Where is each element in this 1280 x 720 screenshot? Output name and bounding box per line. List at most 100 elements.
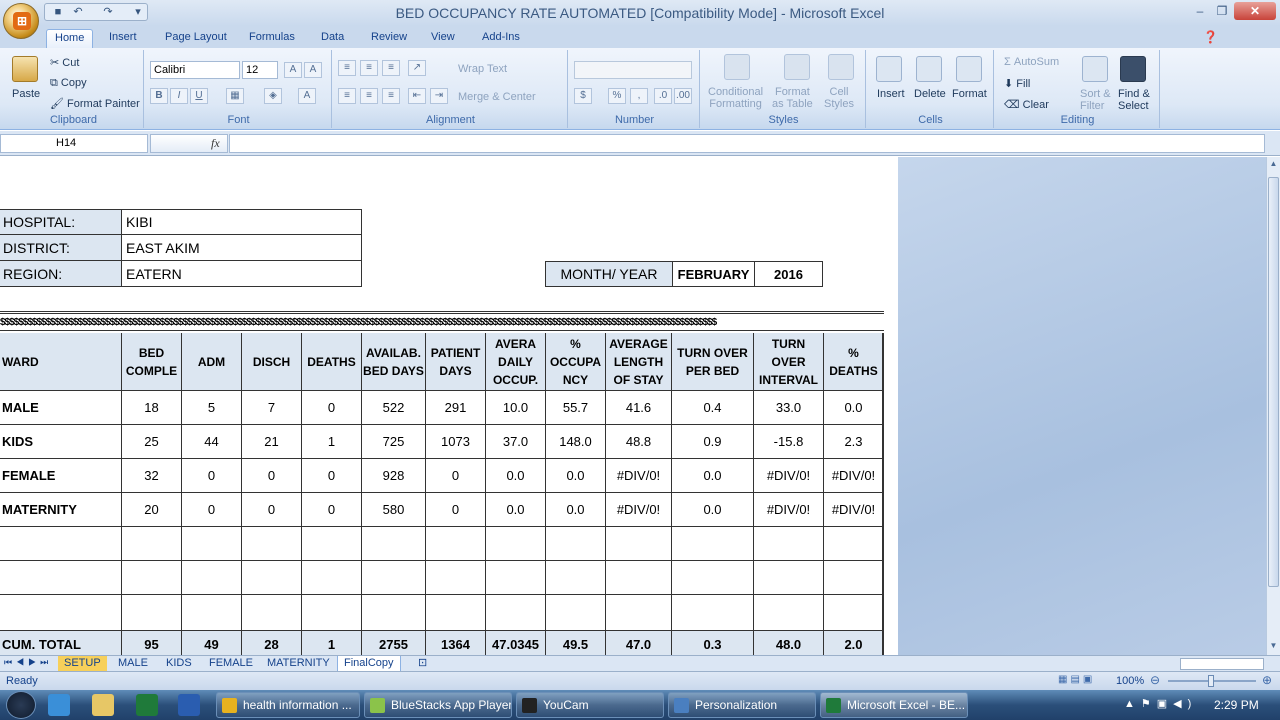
table-cell[interactable]: 0.4 <box>672 391 754 425</box>
clear-button[interactable]: ⌫ Clear <box>1004 98 1049 111</box>
tab-review[interactable]: Review <box>363 29 415 48</box>
sheet-tab-finalcopy[interactable]: FinalCopy <box>337 656 401 672</box>
tab-nav-icons[interactable]: ⏮◀▶⏭ <box>4 657 52 668</box>
table-cell[interactable]: 0.0 <box>546 493 606 527</box>
conditional-formatting-icon[interactable] <box>724 54 750 80</box>
table-cell[interactable]: #DIV/0! <box>754 493 824 527</box>
empty-cell[interactable] <box>486 595 546 631</box>
empty-cell[interactable] <box>122 595 182 631</box>
tab-view[interactable]: View <box>423 29 463 48</box>
task-personalization[interactable]: Personalization <box>668 692 816 718</box>
table-cell[interactable]: 0 <box>242 493 302 527</box>
minimize-button[interactable]: – <box>1190 2 1210 20</box>
total-cell[interactable]: 49.5 <box>546 631 606 655</box>
help-icon[interactable]: ❓ <box>1203 30 1218 44</box>
table-cell[interactable]: #DIV/0! <box>824 493 884 527</box>
font-color-icon[interactable]: A <box>298 88 316 104</box>
empty-cell[interactable] <box>672 527 754 561</box>
empty-cell[interactable] <box>486 561 546 595</box>
table-cell[interactable]: 25 <box>122 425 182 459</box>
table-cell[interactable]: 0 <box>242 459 302 493</box>
empty-cell[interactable] <box>182 595 242 631</box>
empty-cell[interactable] <box>0 561 122 595</box>
empty-cell[interactable] <box>672 595 754 631</box>
tray-icons[interactable]: ▲⚑▣◀) <box>1124 697 1197 710</box>
increase-indent-icon[interactable]: ⇥ <box>430 88 448 104</box>
empty-cell[interactable] <box>182 527 242 561</box>
total-cell[interactable]: 0.3 <box>672 631 754 655</box>
empty-cell[interactable] <box>754 561 824 595</box>
font-name-select[interactable]: Calibri <box>150 61 240 79</box>
table-cell[interactable]: 0 <box>426 459 486 493</box>
worksheet[interactable]: HOSPITAL: KIBI DISTRICT: EAST AKIM REGIO… <box>0 157 898 655</box>
empty-cell[interactable] <box>242 527 302 561</box>
decrease-decimal-icon[interactable]: .00 <box>674 88 692 104</box>
total-cell[interactable]: 48.0 <box>754 631 824 655</box>
table-cell[interactable]: 41.6 <box>606 391 672 425</box>
insert-cells-icon[interactable] <box>876 56 902 82</box>
month-value[interactable]: FEBRUARY <box>673 261 755 287</box>
vertical-scrollbar[interactable]: ▲ ▼ <box>1266 157 1280 655</box>
year-value[interactable]: 2016 <box>755 261 823 287</box>
ward-name-cell[interactable]: KIDS <box>0 425 122 459</box>
sheet-tab-kids[interactable]: KIDS <box>160 656 198 672</box>
format-painter-button[interactable]: 🖌 Format Painter <box>50 97 140 110</box>
table-cell[interactable]: 18 <box>122 391 182 425</box>
table-cell[interactable]: 10.0 <box>486 391 546 425</box>
region-value[interactable]: EATERN <box>122 261 362 287</box>
scroll-down-icon[interactable]: ▼ <box>1268 641 1279 653</box>
insert-function-button[interactable]: fx <box>211 136 220 151</box>
total-cell[interactable]: 2755 <box>362 631 426 655</box>
table-cell[interactable]: 148.0 <box>546 425 606 459</box>
table-cell[interactable]: 0.0 <box>486 459 546 493</box>
fill-button[interactable]: ⬇ Fill <box>1004 77 1030 90</box>
empty-cell[interactable] <box>546 527 606 561</box>
table-cell[interactable]: 48.8 <box>606 425 672 459</box>
table-cell[interactable]: 1 <box>302 425 362 459</box>
ie-icon[interactable] <box>48 694 70 716</box>
table-cell[interactable]: 928 <box>362 459 426 493</box>
office-button[interactable]: ⊞ <box>3 3 39 39</box>
paste-button[interactable]: Paste <box>12 88 40 100</box>
table-cell[interactable]: #DIV/0! <box>606 493 672 527</box>
insert-button[interactable]: Insert <box>877 88 905 100</box>
tab-home[interactable]: Home <box>46 29 94 48</box>
format-button[interactable]: Format <box>952 88 987 100</box>
empty-cell[interactable] <box>182 561 242 595</box>
table-cell[interactable]: 0 <box>302 459 362 493</box>
ward-name-cell[interactable]: FEMALE <box>0 459 122 493</box>
table-cell[interactable]: #DIV/0! <box>754 459 824 493</box>
table-cell[interactable]: 0.0 <box>546 459 606 493</box>
format-cells-icon[interactable] <box>956 56 982 82</box>
empty-cell[interactable] <box>546 595 606 631</box>
empty-cell[interactable] <box>0 595 122 631</box>
sort-filter-icon[interactable] <box>1082 56 1108 82</box>
format-table-icon[interactable] <box>784 54 810 80</box>
align-left-icon[interactable]: ≡ <box>338 88 356 104</box>
tab-add-ins[interactable]: Add-Ins <box>474 29 528 48</box>
table-cell[interactable]: 5 <box>182 391 242 425</box>
table-cell[interactable]: 0.0 <box>672 493 754 527</box>
total-cell[interactable]: 1364 <box>426 631 486 655</box>
start-button[interactable] <box>6 691 36 719</box>
excel-taskbar-icon[interactable] <box>136 694 158 716</box>
district-value[interactable]: EAST AKIM <box>122 235 362 261</box>
task-chrome[interactable]: health information ... <box>216 692 360 718</box>
comma-icon[interactable]: , <box>630 88 648 104</box>
align-center-icon[interactable]: ≡ <box>360 88 378 104</box>
shrink-font-icon[interactable]: A <box>304 62 322 78</box>
number-format-select[interactable] <box>574 61 692 79</box>
empty-cell[interactable] <box>486 527 546 561</box>
empty-cell[interactable] <box>546 561 606 595</box>
table-cell[interactable]: 33.0 <box>754 391 824 425</box>
empty-cell[interactable] <box>606 595 672 631</box>
table-cell[interactable]: 580 <box>362 493 426 527</box>
table-cell[interactable]: 0.0 <box>486 493 546 527</box>
empty-cell[interactable] <box>754 527 824 561</box>
empty-cell[interactable] <box>242 561 302 595</box>
name-box[interactable]: H14 <box>0 134 148 153</box>
horizontal-scrollbar[interactable] <box>1180 658 1264 670</box>
total-cell[interactable]: 2.0 <box>824 631 884 655</box>
task-youcam[interactable]: YouCam <box>516 692 664 718</box>
empty-cell[interactable] <box>302 527 362 561</box>
